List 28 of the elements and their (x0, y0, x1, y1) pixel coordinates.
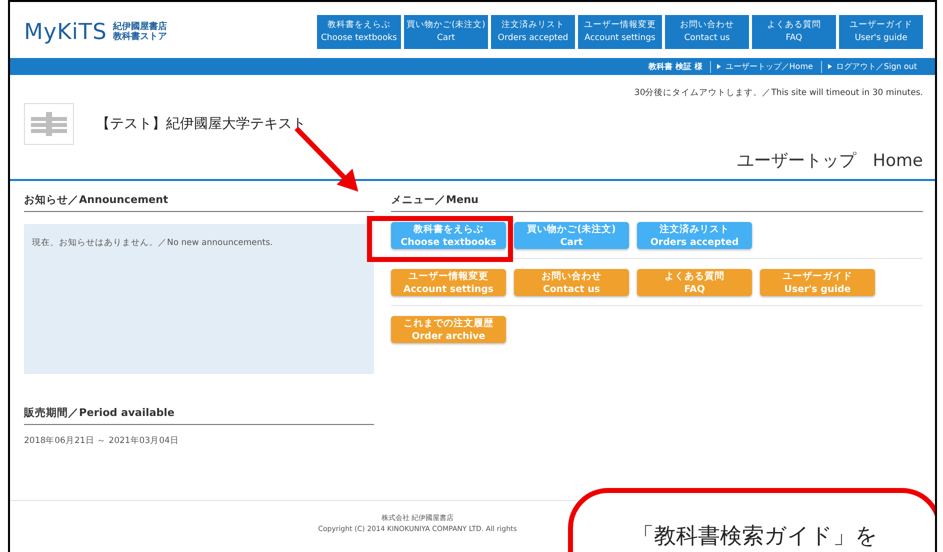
menu-button[interactable]: 買い物かご(未注文) Cart (514, 222, 629, 249)
page-title: ユーザートップ Home (736, 150, 923, 172)
triangle-icon (828, 64, 832, 69)
timeout-notice: 30分後にタイムアウトします。／This site will timeout in 30 minutes. (633, 87, 923, 99)
nav-button[interactable]: お問い合わせ Contact us (665, 15, 749, 49)
school-logo-icon (24, 103, 74, 145)
announcement-text: 現在、お知らせはありません。／No new announcements. (32, 238, 273, 248)
triangle-icon (717, 64, 722, 69)
nav-button[interactable]: ユーザー情報変更 Account settings (578, 15, 662, 49)
header-link[interactable]: ユーザートップ／Home (725, 61, 821, 72)
store-name: 紀伊國屋書店 (112, 22, 167, 32)
brand-logo: MyKiTS (24, 20, 107, 44)
section-heading: 販売期間／Period available (24, 404, 374, 425)
section-heading: メニュー／Menu (391, 191, 923, 212)
nav-button[interactable]: 注文済みリスト Orders accepted (491, 15, 575, 49)
nav-button[interactable]: ユーザーガイド User's guide (839, 15, 923, 49)
callout-text: 「教科書検索ガイド」を (632, 523, 878, 549)
annotation-arrow (294, 126, 358, 192)
menu-button[interactable]: 注文済みリスト Orders accepted (637, 222, 752, 249)
store-name: 教科書ストア (112, 32, 167, 42)
nav-button[interactable]: 買い物かご(未注文) Cart (404, 15, 488, 49)
user-name: 教科書 検証 様 (648, 61, 704, 72)
period-dates: 2018年06月21日 ～ 2021年03月04日 (24, 435, 179, 447)
header-link[interactable]: ログアウト／Sign out (836, 61, 925, 72)
section-heading: お知らせ／Announcement (24, 191, 374, 212)
menu-button[interactable]: 教科書をえらぶ Choose textbooks (391, 222, 506, 249)
nav-button[interactable]: 教科書をえらぶ Choose textbooks (317, 15, 401, 49)
nav-button[interactable]: よくある質問 FAQ (752, 15, 836, 49)
